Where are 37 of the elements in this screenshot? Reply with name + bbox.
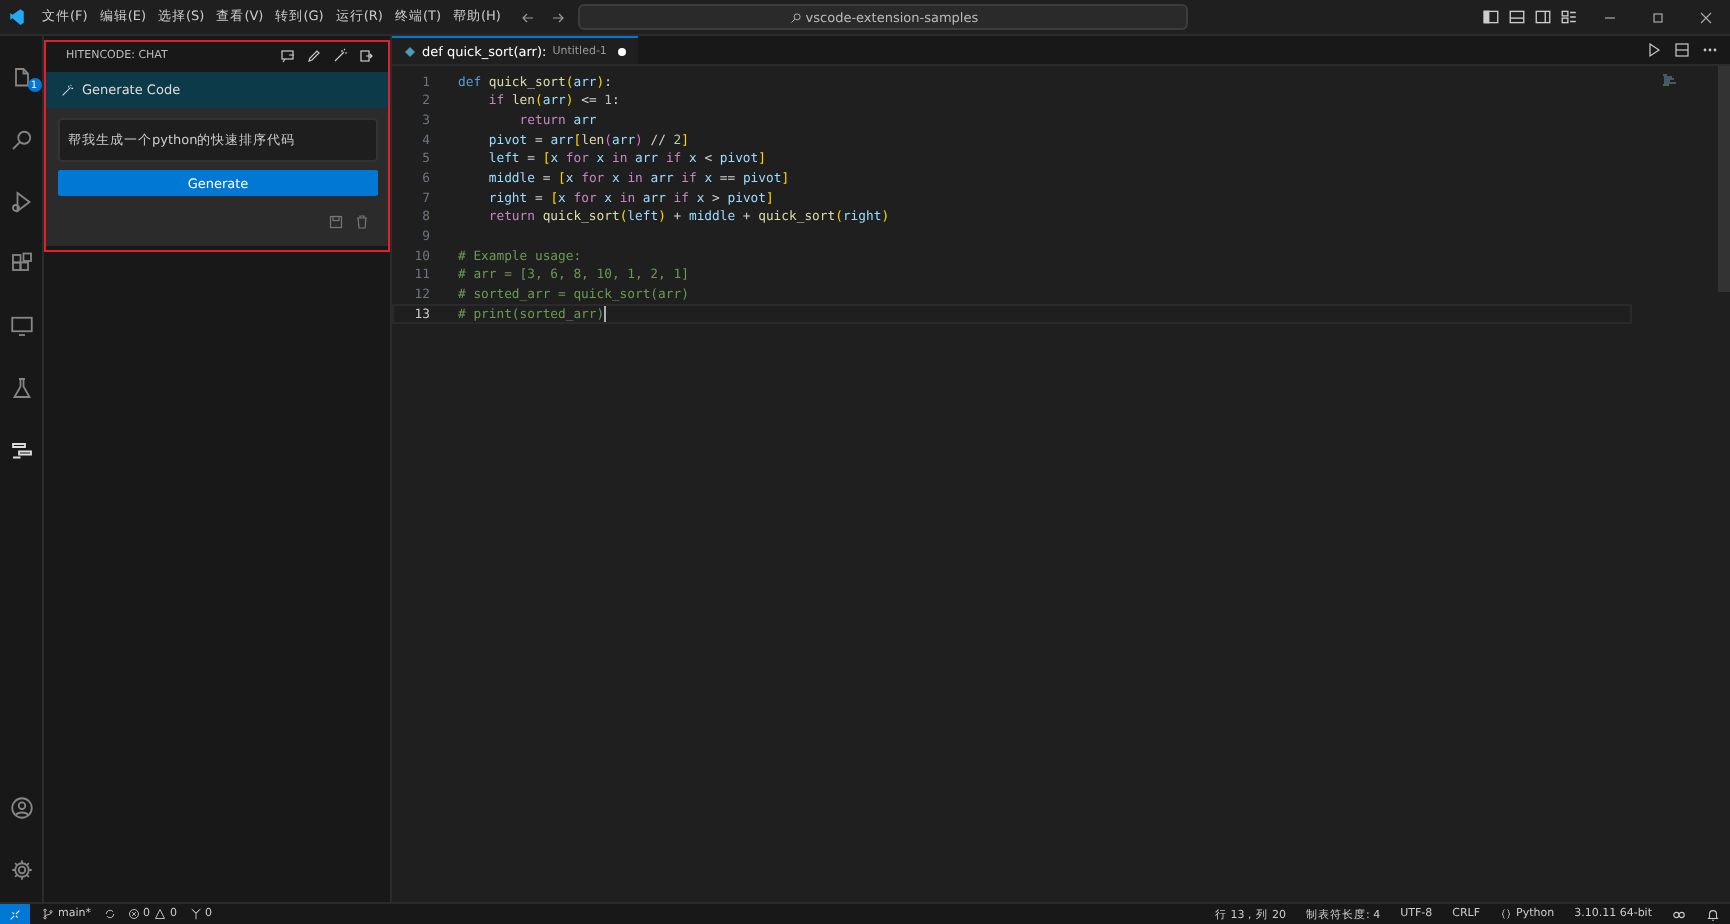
settings-icon[interactable] <box>9 858 33 882</box>
run-debug-icon[interactable] <box>9 190 33 214</box>
magic-wand-icon <box>60 83 74 97</box>
close-icon[interactable] <box>1698 9 1714 25</box>
save-icon[interactable] <box>328 214 344 230</box>
trash-icon[interactable] <box>354 214 370 230</box>
chat-lines-icon[interactable] <box>9 438 33 462</box>
remote-monitor-icon[interactable] <box>9 314 33 338</box>
search-icon[interactable] <box>9 128 33 152</box>
new-chat-icon[interactable] <box>280 48 296 64</box>
layout-icon[interactable] <box>1560 8 1578 26</box>
pencil-icon[interactable] <box>306 48 322 64</box>
python-file-icon <box>404 45 416 57</box>
search-icon <box>789 11 802 23</box>
branch-icon <box>42 908 54 920</box>
back-arrow-icon[interactable] <box>520 9 537 25</box>
maximize-icon[interactable] <box>1650 9 1666 25</box>
antenna-icon <box>189 908 201 920</box>
account-icon[interactable] <box>9 796 33 820</box>
bell-icon[interactable] <box>1706 907 1720 921</box>
braces-icon <box>1500 908 1513 920</box>
magic-wand-icon[interactable] <box>332 48 348 64</box>
error-icon <box>127 908 139 920</box>
vscode-logo <box>8 8 26 26</box>
forward-arrow-icon[interactable] <box>550 9 567 25</box>
files-icon[interactable] <box>9 66 33 90</box>
warning-icon <box>154 908 166 920</box>
panel-toggle-icon[interactable] <box>1508 8 1526 26</box>
extensions-icon[interactable] <box>9 252 33 276</box>
export-icon[interactable] <box>358 48 374 64</box>
sync-icon[interactable] <box>103 908 115 920</box>
split-editor-icon[interactable] <box>1674 42 1690 58</box>
run-icon[interactable] <box>1646 42 1662 58</box>
flask-icon[interactable] <box>9 376 33 400</box>
remote-icon <box>8 907 22 921</box>
sidebar-toggle-icon[interactable] <box>1482 8 1500 26</box>
secondary-sidebar-icon[interactable] <box>1534 8 1552 26</box>
